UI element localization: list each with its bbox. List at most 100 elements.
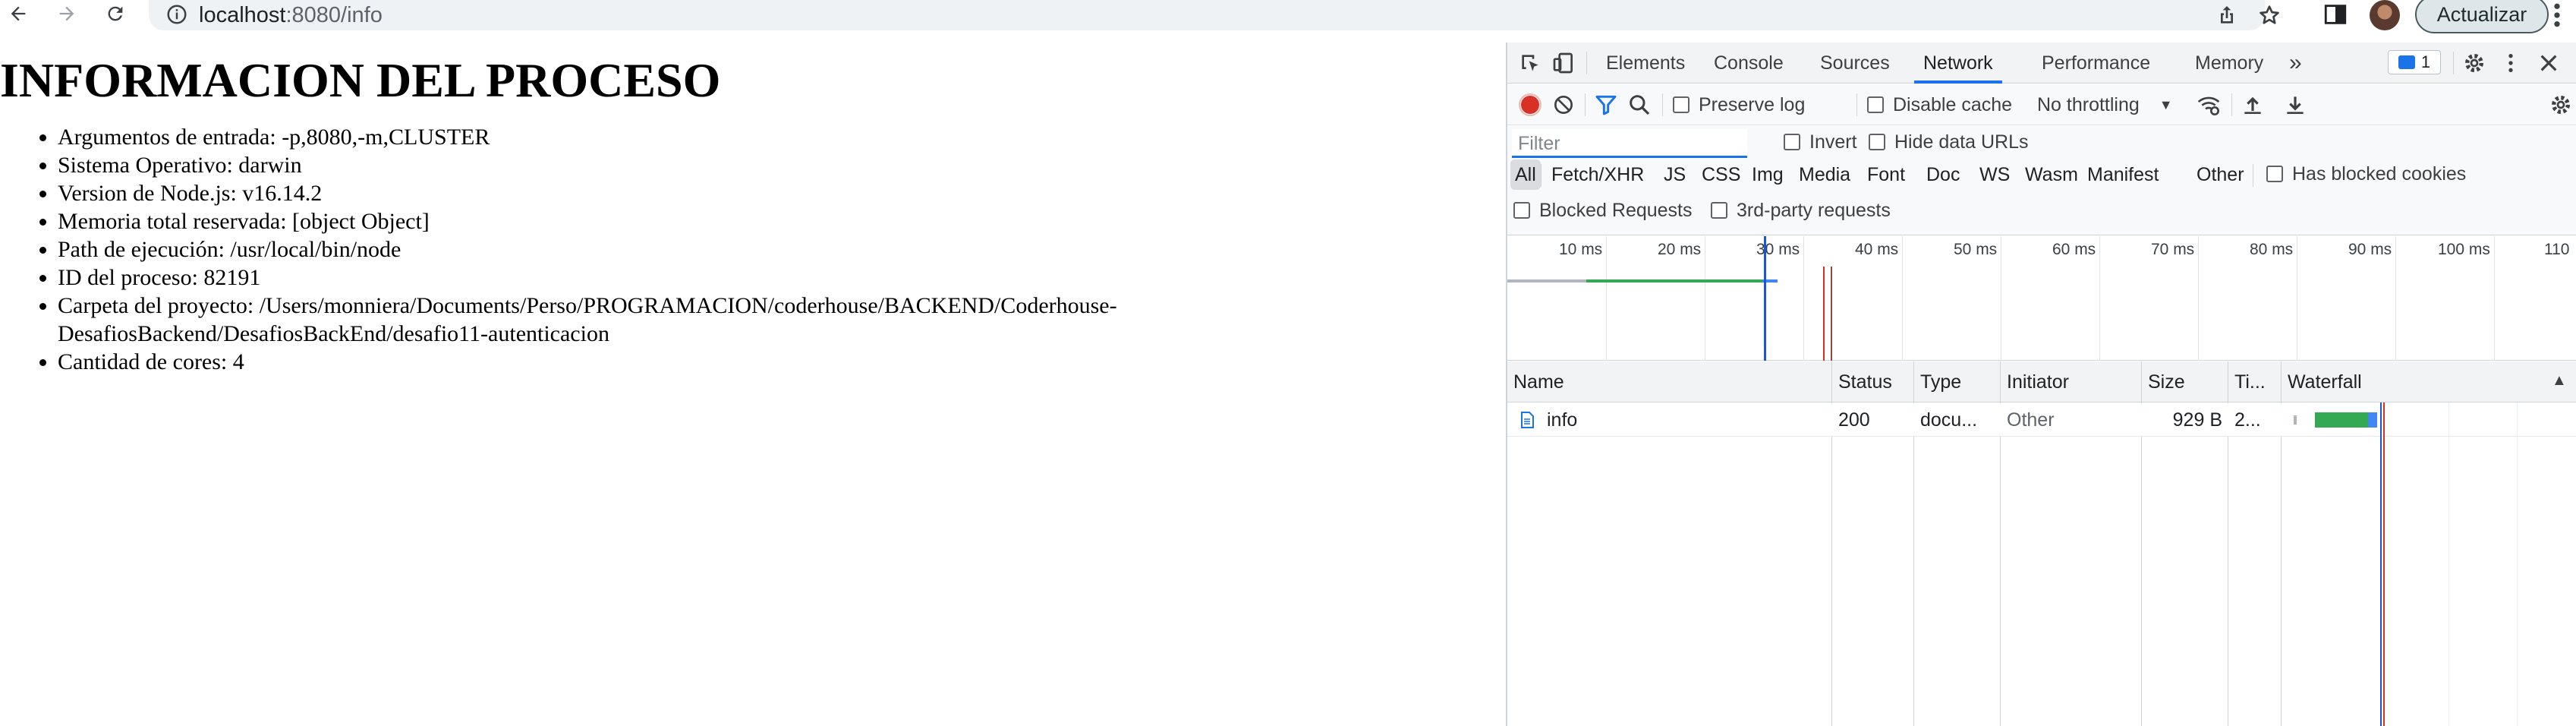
address-bar[interactable]: localhost:8080/info	[149, 0, 2279, 30]
timeline-gridline	[2099, 236, 2100, 361]
timeline-tick-label: 40 ms	[1855, 241, 1899, 258]
preserve-log-checkbox[interactable]: Preserve log	[1673, 84, 1805, 125]
table-row[interactable]: info 200 docu... Other 929 B 2...	[1507, 403, 2576, 437]
cell-name[interactable]: info	[1541, 403, 1829, 437]
blocked-requests-label: Blocked Requests	[1539, 199, 1693, 221]
share-icon[interactable]	[2215, 3, 2239, 27]
tab-performance[interactable]: Performance	[2042, 43, 2150, 84]
checkbox[interactable]	[1513, 202, 1530, 219]
filter-input[interactable]: Filter	[1512, 129, 1747, 158]
column-header-initiator[interactable]: Initiator	[2001, 361, 2142, 402]
checkbox[interactable]	[2266, 166, 2283, 182]
timeline-tick-label: 10 ms	[1559, 241, 1603, 258]
column-header-type[interactable]: Type	[1914, 361, 2001, 402]
third-party-requests-label: 3rd-party requests	[1737, 199, 1891, 221]
filter-type-all[interactable]: All	[1510, 159, 1541, 190]
dom-content-loaded-marker	[1764, 236, 1766, 361]
throttling-value: No throttling	[2037, 93, 2140, 115]
filter-type-font[interactable]: Font	[1867, 159, 1905, 190]
filter-type-manifest[interactable]: Manifest	[2087, 159, 2159, 190]
hide-data-urls-checkbox[interactable]: Hide data URLs	[1869, 122, 2028, 163]
checkbox[interactable]	[1711, 202, 1727, 219]
column-header-name[interactable]: Name	[1507, 361, 1832, 402]
column-header-waterfall[interactable]: Waterfall	[2282, 361, 2540, 402]
filter-type-css[interactable]: CSS	[1702, 159, 1740, 190]
checkbox[interactable]	[1867, 96, 1884, 113]
throttling-select[interactable]: No throttling ▼	[2037, 84, 2173, 125]
filter-type-img[interactable]: Img	[1752, 159, 1784, 190]
checkbox[interactable]	[1673, 96, 1690, 113]
load-event-marker	[1831, 267, 1832, 361]
issues-badge[interactable]: 1	[2388, 50, 2441, 74]
waterfall-gridline	[2517, 402, 2518, 726]
back-button[interactable]	[5, 0, 32, 27]
filter-type-js[interactable]: JS	[1664, 159, 1686, 190]
column-header-time[interactable]: Ti...	[2228, 361, 2282, 402]
separator	[1662, 93, 1663, 116]
separator	[1856, 93, 1857, 116]
back-icon	[11, 6, 26, 21]
waterfall-download-bar	[2368, 412, 2377, 428]
checkbox[interactable]	[1869, 134, 1885, 150]
info-icon[interactable]	[165, 3, 188, 26]
forward-icon	[59, 6, 74, 21]
third-party-requests-checkbox[interactable]: 3rd-party requests	[1711, 190, 1891, 231]
invert-checkbox[interactable]: Invert	[1784, 122, 1857, 163]
tab-elements[interactable]: Elements	[1606, 43, 1685, 84]
filter-icon[interactable]	[1594, 93, 1618, 117]
waterfall-queue-bar	[2294, 415, 2297, 425]
filter-type-ws[interactable]: WS	[1979, 159, 2010, 190]
list-item: Sistema Operativo: darwin	[58, 151, 1227, 179]
checkbox[interactable]	[1784, 134, 1800, 150]
tab-console[interactable]: Console	[1714, 43, 1784, 84]
filter-type-doc[interactable]: Doc	[1926, 159, 1960, 190]
settings-gear-icon[interactable]	[2462, 51, 2486, 75]
timeline-tick-label: 90 ms	[2348, 241, 2392, 258]
sidebar-icon[interactable]	[2322, 2, 2348, 27]
network-overview-timeline[interactable]: 10 ms 20 ms 30 ms 40 ms 50 ms 60 ms 70 m…	[1507, 236, 2576, 361]
clear-icon[interactable]	[1551, 93, 1576, 117]
record-icon[interactable]	[1518, 93, 1542, 117]
menu-icon[interactable]	[2546, 0, 2568, 30]
filter-type-other[interactable]: Other	[2197, 159, 2244, 190]
timeline-tick-label: 60 ms	[2052, 241, 2096, 258]
column-header-status[interactable]: Status	[1832, 361, 1914, 402]
star-icon[interactable]	[2257, 3, 2282, 27]
column-header-size[interactable]: Size	[2142, 361, 2228, 402]
network-conditions-icon[interactable]	[2197, 93, 2221, 117]
cell-initiator: Other	[2007, 409, 2055, 431]
import-har-icon[interactable]	[2241, 93, 2265, 117]
blocked-requests-checkbox[interactable]: Blocked Requests	[1513, 190, 1693, 231]
url-path: :8080/info	[285, 3, 383, 27]
device-toolbar-icon[interactable]	[1551, 51, 1576, 75]
url-text[interactable]: localhost:8080/info	[199, 0, 383, 30]
disable-cache-label: Disable cache	[1893, 93, 2013, 115]
tab-memory[interactable]: Memory	[2195, 43, 2263, 84]
filter-type-media[interactable]: Media	[1799, 159, 1850, 190]
forward-button[interactable]	[53, 0, 80, 27]
export-har-icon[interactable]	[2283, 93, 2307, 117]
waterfall-waiting-bar	[2315, 412, 2368, 428]
update-button[interactable]: Actualizar	[2415, 0, 2549, 33]
cell-size: 929 B	[2172, 409, 2222, 431]
close-icon[interactable]	[2537, 51, 2561, 75]
list-item: Memoria total reservada: [object Object]	[58, 207, 1227, 235]
filter-type-fetch-xhr[interactable]: Fetch/XHR	[1551, 159, 1644, 190]
search-icon[interactable]	[1627, 93, 1652, 117]
requests-table-header: Name Status Type Initiator Size Ti... Wa…	[1507, 361, 2576, 402]
tab-network[interactable]: Network	[1914, 43, 2002, 84]
disable-cache-checkbox[interactable]: Disable cache	[1867, 84, 2012, 125]
tab-sources[interactable]: Sources	[1820, 43, 1890, 84]
filter-type-wasm[interactable]: Wasm	[2025, 159, 2078, 190]
more-tabs-button[interactable]: »	[2289, 43, 2302, 84]
sort-ascending-icon[interactable]: ▲	[2552, 372, 2567, 390]
inspect-element-icon[interactable]	[1518, 51, 1542, 75]
devtools-menu-icon[interactable]	[2499, 51, 2523, 75]
reload-button[interactable]	[102, 0, 129, 27]
has-blocked-cookies-checkbox[interactable]: Has blocked cookies	[2266, 153, 2466, 194]
timeline-tick-label: 110	[2544, 241, 2570, 258]
network-settings-icon[interactable]	[2549, 93, 2573, 117]
waterfall-load-line	[2383, 402, 2385, 726]
avatar[interactable]	[2370, 0, 2400, 30]
list-item: Argumentos de entrada: -p,8080,-m,CLUSTE…	[58, 123, 1227, 151]
